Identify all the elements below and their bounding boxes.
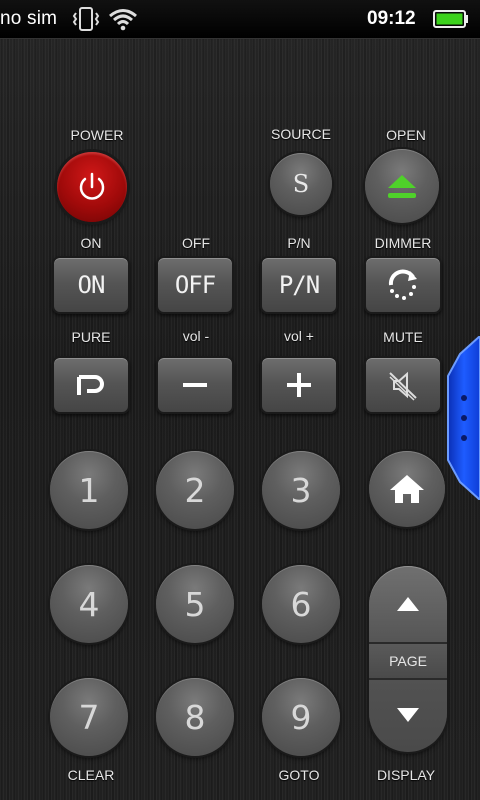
key-7[interactable]: 7 (50, 678, 128, 756)
vol-down-button[interactable] (156, 356, 234, 414)
remote-control-app: no sim 09:12 POWER SOURCE OPEN S ON OFF … (0, 0, 480, 800)
mute-label: MUTE (383, 329, 423, 345)
side-drawer-handle[interactable] (446, 336, 480, 500)
key-6[interactable]: 6 (262, 565, 340, 643)
on-button[interactable]: ON (52, 256, 130, 314)
pure-label: PURE (71, 329, 111, 345)
wifi-icon (109, 9, 137, 31)
key-2[interactable]: 2 (156, 451, 234, 529)
battery-icon (433, 10, 468, 28)
page-rocker: PAGE (369, 566, 447, 752)
pure-button[interactable] (52, 356, 130, 414)
key-1[interactable]: 1 (50, 451, 128, 529)
eject-icon (388, 175, 416, 198)
source-button[interactable]: S (270, 153, 332, 215)
pure-icon (77, 375, 104, 395)
power-icon (79, 172, 105, 200)
dimmer-button[interactable] (364, 256, 442, 314)
vol-up-button[interactable] (260, 356, 338, 414)
off-label: OFF (182, 235, 210, 251)
power-button[interactable] (57, 152, 127, 222)
clear-label: CLEAR (67, 767, 115, 783)
page-label: PAGE (369, 642, 447, 680)
plus-icon (287, 373, 311, 397)
display-label: DISPLAY (376, 767, 436, 783)
off-button[interactable]: OFF (156, 256, 234, 314)
home-button[interactable] (369, 451, 445, 527)
goto-label: GOTO (278, 767, 320, 783)
dimmer-label: DIMMER (374, 235, 432, 251)
mute-button[interactable] (364, 356, 442, 414)
vol-down-label: vol - (182, 328, 210, 344)
on-label: ON (80, 235, 102, 251)
page-down-button[interactable] (369, 678, 447, 752)
open-button[interactable] (365, 149, 439, 223)
arrow-up-icon (397, 597, 419, 611)
vol-up-label: vol + (284, 328, 314, 344)
minus-icon (183, 383, 207, 387)
carrier-text: no sim (0, 8, 58, 29)
status-clock: 09:12 (367, 8, 416, 29)
vibrate-icon (72, 7, 100, 31)
key-4[interactable]: 4 (50, 565, 128, 643)
pn-label: P/N (287, 235, 311, 251)
key-5[interactable]: 5 (156, 565, 234, 643)
open-label: OPEN (386, 127, 426, 143)
power-label: POWER (70, 127, 124, 143)
key-9[interactable]: 9 (262, 678, 340, 756)
page-up-button[interactable] (369, 566, 447, 642)
arrow-down-icon (397, 708, 419, 722)
key-8[interactable]: 8 (156, 678, 234, 756)
status-bar: no sim 09:12 (0, 0, 480, 39)
home-icon (390, 475, 424, 503)
pn-button[interactable]: P/N (260, 256, 338, 314)
dimmer-icon (388, 269, 417, 300)
source-label: SOURCE (271, 126, 331, 142)
mute-icon (389, 371, 417, 401)
key-3[interactable]: 3 (262, 451, 340, 529)
